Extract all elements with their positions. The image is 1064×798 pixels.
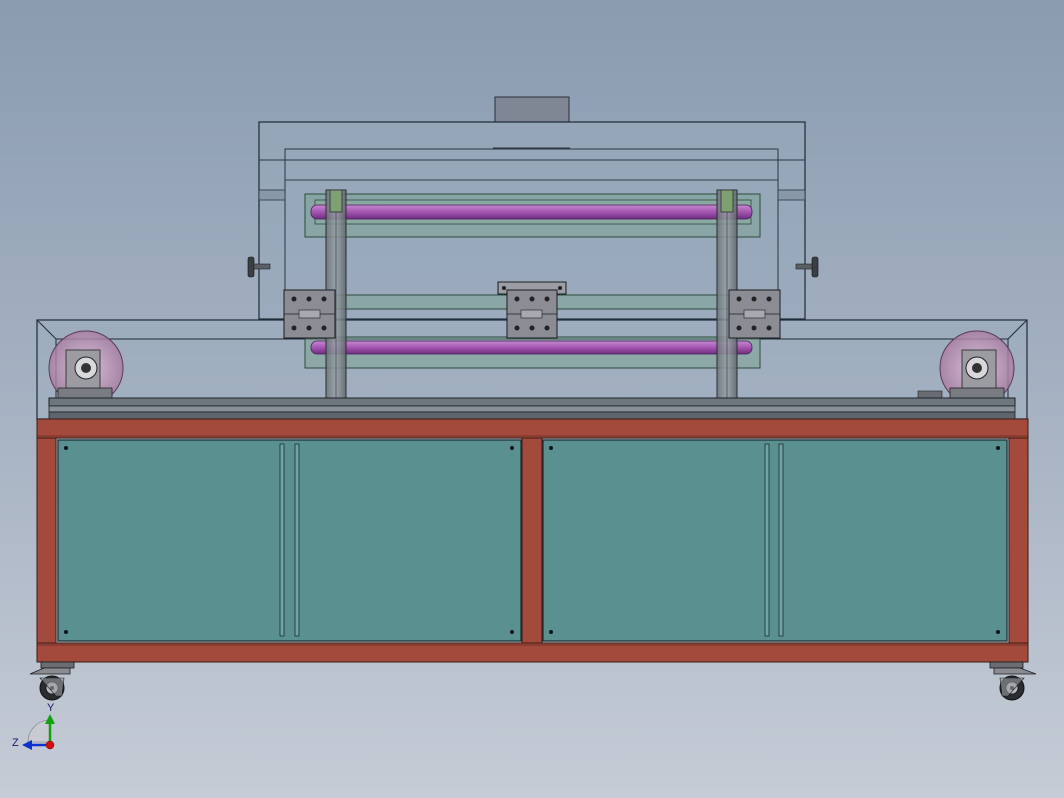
left-cabinet-door[interactable] [57, 439, 522, 642]
machine-front-view-drawing: Y Z [12, 96, 1037, 750]
upper-roller-tray [304, 193, 761, 238]
left-caster-wheel [29, 661, 75, 701]
left-drive-wheel [48, 330, 124, 406]
left-hinge-bracket [283, 289, 336, 339]
right-caster-wheel [989, 661, 1037, 701]
lower-roller-tray [304, 336, 761, 369]
top-handle [494, 96, 570, 123]
upper-roller [310, 204, 753, 220]
base-rail [48, 397, 1016, 420]
lower-roller [310, 340, 753, 355]
orientation-triad[interactable]: Y Z [12, 702, 55, 750]
x-axis-dot [45, 740, 55, 750]
y-axis-label: Y [47, 702, 55, 714]
cad-viewport[interactable]: Y Z [0, 0, 1064, 798]
center-hinge-bracket [497, 281, 567, 339]
z-axis-label: Z [12, 737, 19, 749]
right-cabinet-door[interactable] [542, 439, 1008, 642]
right-hinge-bracket [728, 289, 781, 339]
